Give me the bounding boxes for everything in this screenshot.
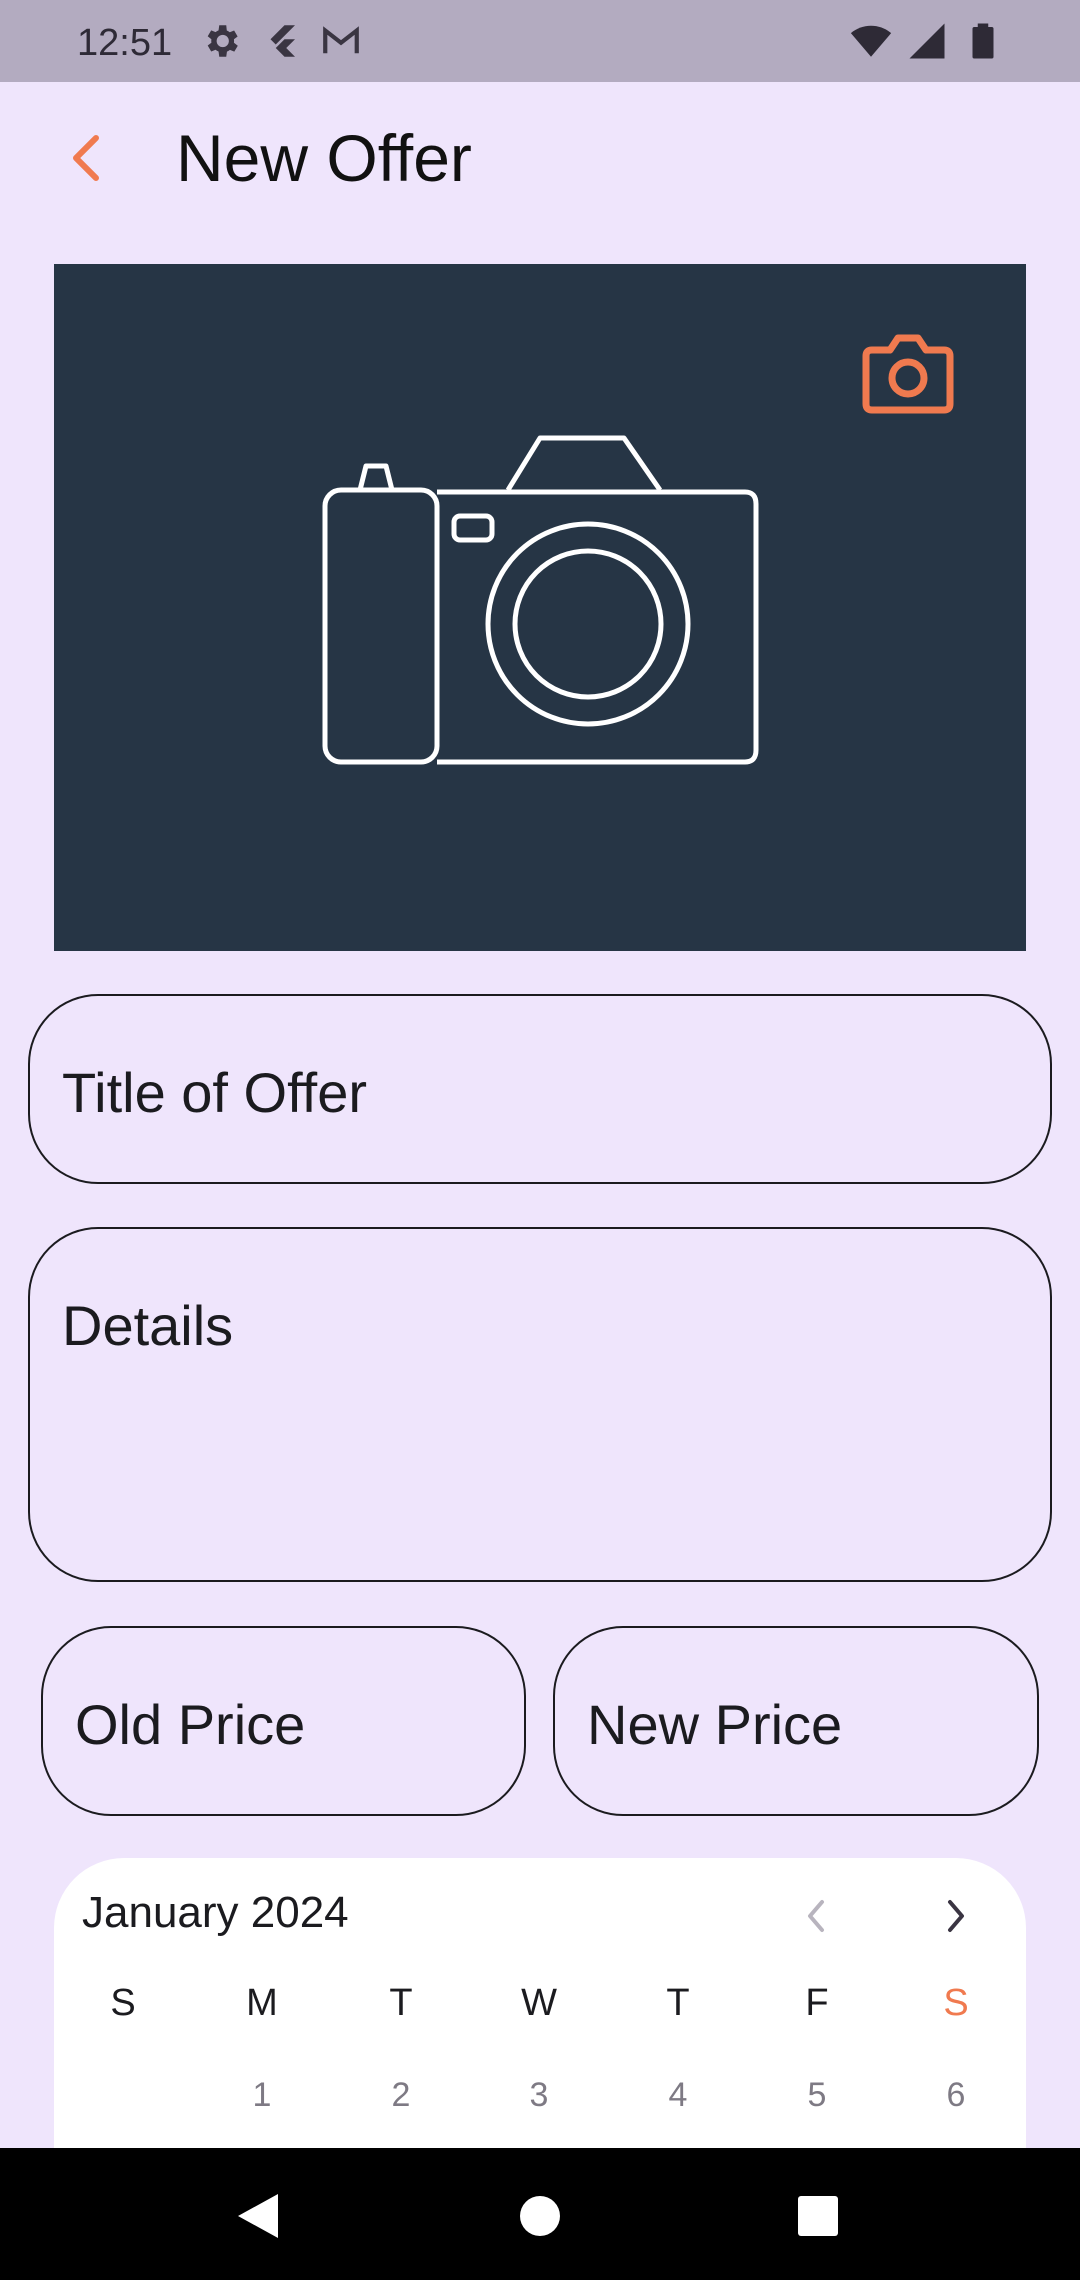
weekday-wednesday: W	[521, 1982, 557, 2024]
date-picker-calendar: January 2024 S M T W T F S 1 2 3 4 5 6	[54, 1858, 1026, 2148]
flutter-icon	[270, 25, 295, 57]
battery-icon	[972, 23, 994, 59]
status-time: 12:51	[77, 22, 173, 64]
calendar-day[interactable]: 4	[638, 2076, 718, 2115]
chevron-right-icon[interactable]	[934, 1888, 978, 1944]
weekday-thursday: T	[666, 1982, 690, 2024]
wifi-icon	[850, 25, 892, 57]
calendar-week-row: 1 2 3 4 5 6	[54, 2076, 1026, 2136]
weekday-tuesday: T	[389, 1982, 413, 2024]
title-of-offer-input[interactable]: Title of Offer	[28, 994, 1052, 1184]
recents-square-icon[interactable]	[790, 2188, 846, 2244]
old-price-placeholder: Old Price	[75, 1693, 306, 1756]
details-placeholder: Details	[62, 1294, 234, 1357]
weekday-sunday: S	[110, 1982, 136, 2024]
title-of-offer-placeholder: Title of Offer	[62, 1061, 367, 1124]
calendar-day[interactable]: 3	[499, 2076, 579, 2115]
gear-icon	[207, 25, 238, 57]
calendar-day[interactable]: 2	[361, 2076, 441, 2115]
chevron-left-icon[interactable]	[794, 1888, 838, 1944]
weekday-monday: M	[246, 1982, 278, 2024]
home-circle-icon[interactable]	[512, 2188, 568, 2244]
calendar-weekday-header: S M T W T F S	[54, 1982, 1026, 2042]
new-price-placeholder: New Price	[587, 1693, 843, 1756]
camera-outline-icon	[322, 435, 759, 765]
calendar-day[interactable]: 5	[777, 2076, 857, 2115]
back-chevron-icon[interactable]	[56, 126, 120, 190]
cellular-icon	[909, 23, 945, 59]
status-notification-icons	[200, 20, 362, 62]
calendar-month-label: January 2024	[82, 1888, 349, 1937]
image-preview-panel[interactable]	[54, 264, 1026, 951]
back-triangle-icon[interactable]	[230, 2188, 286, 2244]
weekday-saturday: S	[943, 1982, 969, 2024]
status-system-icons	[850, 20, 1004, 62]
calendar-day[interactable]: 1	[222, 2076, 302, 2115]
old-price-input[interactable]: Old Price	[41, 1626, 526, 1816]
new-price-input[interactable]: New Price	[553, 1626, 1039, 1816]
weekday-friday: F	[805, 1982, 829, 2024]
app-bar: New Offer	[0, 82, 1080, 232]
calendar-day[interactable]: 6	[916, 2076, 996, 2115]
status-bar: 12:51	[0, 0, 1080, 82]
gmail-icon	[323, 26, 359, 54]
system-navigation-bar	[0, 2148, 1080, 2280]
camera-icon[interactable]	[862, 330, 954, 414]
page-title: New Offer	[176, 121, 472, 195]
details-input[interactable]: Details	[28, 1227, 1052, 1582]
